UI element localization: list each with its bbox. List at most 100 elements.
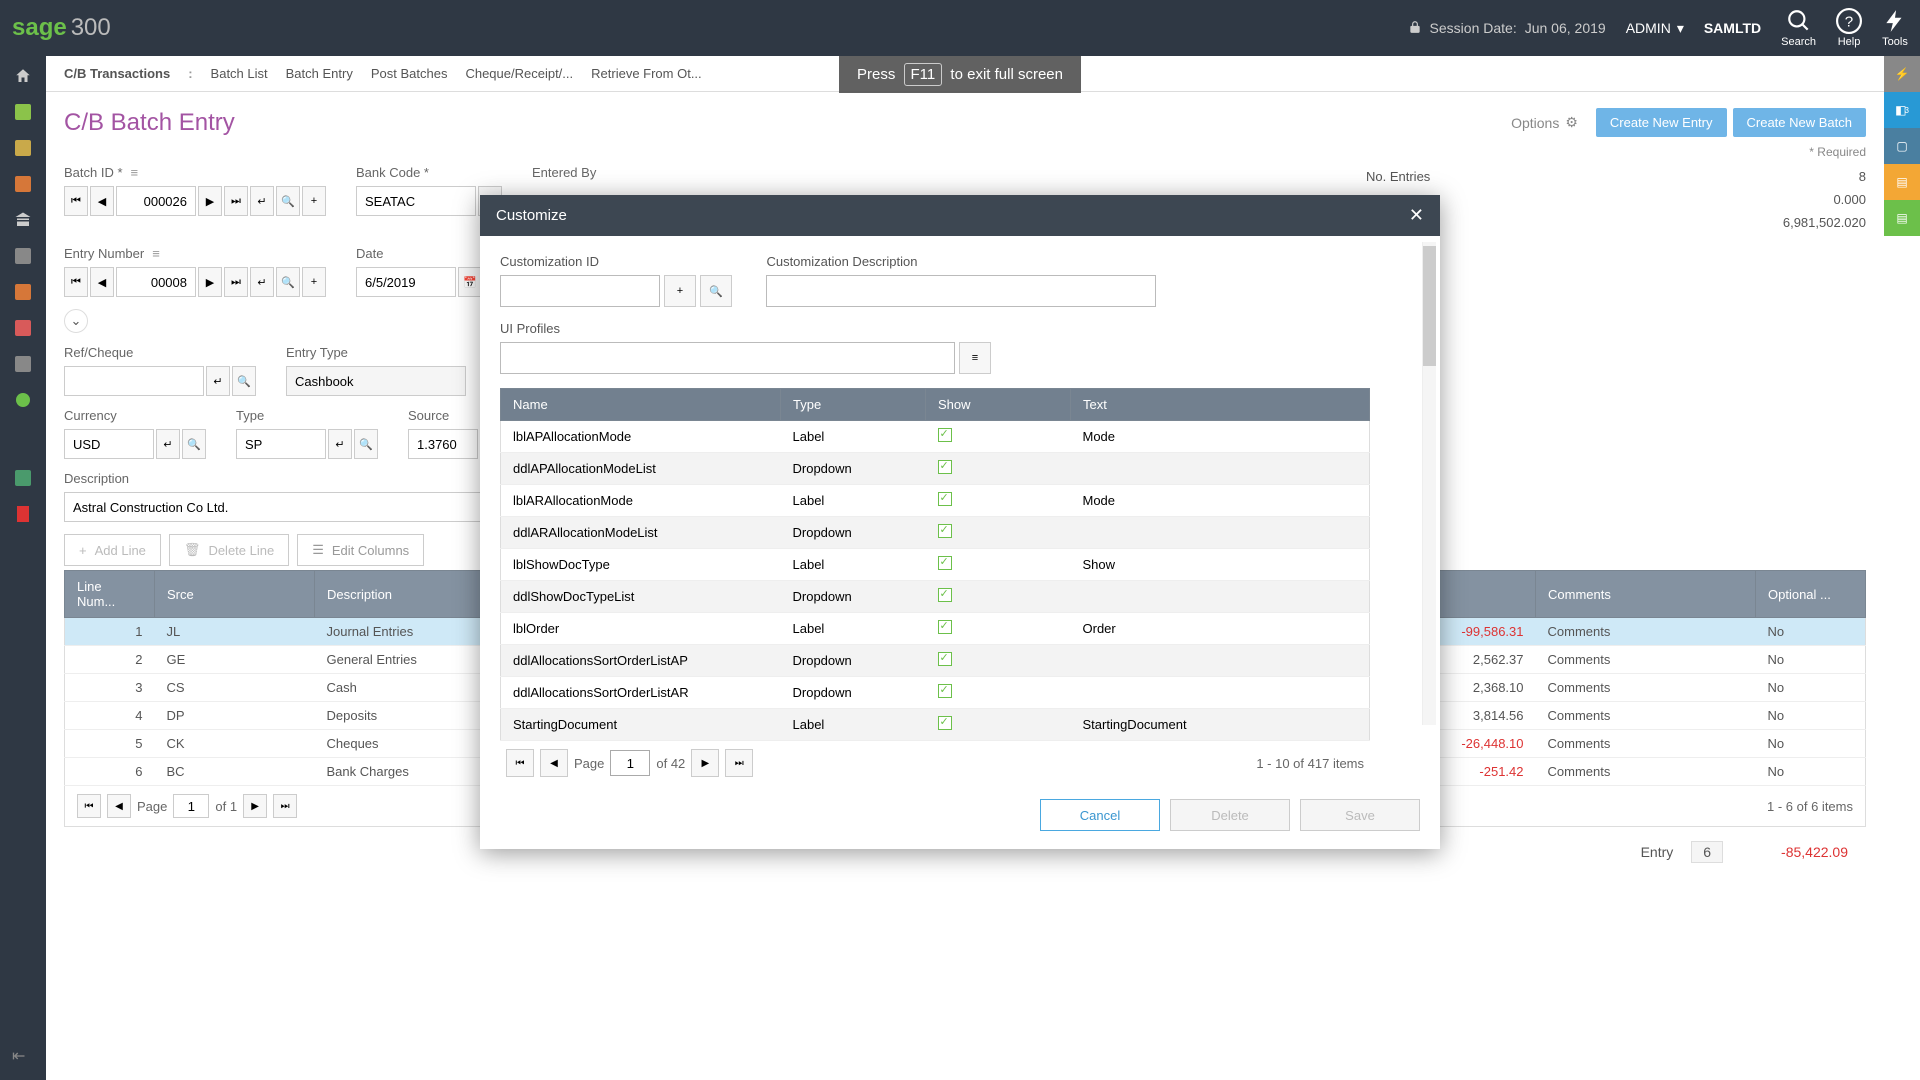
next-button[interactable]: ▶	[198, 186, 222, 216]
en-first-button[interactable]: ⏮	[64, 267, 88, 297]
options-link[interactable]: Options ⚙	[1511, 114, 1578, 131]
ui-profiles-menu[interactable]: ≡	[959, 342, 991, 374]
mpg-next[interactable]: ▶	[691, 749, 719, 777]
ref-cheque-input[interactable]	[64, 366, 204, 396]
last-button[interactable]: ⏭	[224, 186, 248, 216]
nav-item-3[interactable]	[11, 172, 35, 196]
close-icon[interactable]: ✕	[1409, 205, 1424, 226]
bc-post-batches[interactable]: Post Batches	[371, 66, 448, 81]
en-next-button[interactable]: ▶	[198, 267, 222, 297]
go-button[interactable]: ↵	[250, 186, 274, 216]
bc-retrieve[interactable]: Retrieve From Ot...	[591, 66, 702, 81]
cur-go-button[interactable]: ↵	[156, 429, 180, 459]
add-line-button[interactable]: +Add Line	[64, 534, 161, 566]
find-button[interactable]: 🔍	[276, 186, 300, 216]
ty-find-button[interactable]: 🔍	[354, 429, 378, 459]
en-find-button[interactable]: 🔍	[276, 267, 300, 297]
first-button[interactable]: ⏮	[64, 186, 88, 216]
cust-desc-input[interactable]	[766, 275, 1156, 307]
checkbox-icon[interactable]	[938, 652, 952, 666]
nav-bank-icon[interactable]	[11, 208, 35, 232]
menu-icon[interactable]: ≡	[152, 246, 160, 261]
add-button[interactable]: +	[302, 186, 326, 216]
mcol-name[interactable]: Name	[501, 389, 781, 421]
menu-icon[interactable]: ≡	[131, 165, 139, 180]
cancel-button[interactable]: Cancel	[1040, 799, 1160, 831]
bc-batch-entry[interactable]: Batch Entry	[286, 66, 353, 81]
delete-line-button[interactable]: 🗑Delete Line	[169, 534, 289, 566]
checkbox-icon[interactable]	[938, 492, 952, 506]
checkbox-icon[interactable]	[938, 620, 952, 634]
edit-columns-button[interactable]: ☰Edit Columns	[297, 534, 424, 566]
checkbox-icon[interactable]	[938, 460, 952, 474]
nav-item-7[interactable]	[11, 316, 35, 340]
table-row[interactable]: StartingDocumentLabelStartingDocument	[501, 709, 1370, 741]
user-menu[interactable]: ADMIN ▾	[1626, 20, 1684, 37]
bc-cheque-receipt[interactable]: Cheque/Receipt/...	[465, 66, 573, 81]
rt-bolt-icon[interactable]: ⚡	[1884, 56, 1920, 92]
modal-scrollbar[interactable]	[1422, 242, 1436, 725]
rc-go-button[interactable]: ↵	[206, 366, 230, 396]
en-prev-button[interactable]: ◀	[90, 267, 114, 297]
cust-id-add[interactable]: +	[664, 275, 696, 307]
table-row[interactable]: lblARAllocationModeLabelMode	[501, 485, 1370, 517]
col-line-num[interactable]: Line Num...	[65, 571, 155, 618]
pg-first[interactable]: ⏮	[77, 794, 101, 818]
bc-batch-list[interactable]: Batch List	[211, 66, 268, 81]
nav-item-6[interactable]	[11, 280, 35, 304]
table-row[interactable]: ddlAPAllocationModeListDropdown	[501, 453, 1370, 485]
col-comments[interactable]: Comments	[1536, 571, 1756, 618]
ty-go-button[interactable]: ↵	[328, 429, 352, 459]
save-button[interactable]: Save	[1300, 799, 1420, 831]
delete-button[interactable]: Delete	[1170, 799, 1290, 831]
nav-item-5[interactable]	[11, 244, 35, 268]
en-add-button[interactable]: +	[302, 267, 326, 297]
mcol-show[interactable]: Show	[926, 389, 1071, 421]
mpg-last[interactable]: ⏭	[725, 749, 753, 777]
pg-last[interactable]: ⏭	[273, 794, 297, 818]
rt-panel-icon[interactable]: ▢	[1884, 128, 1920, 164]
currency-input[interactable]	[64, 429, 154, 459]
nav-item-1[interactable]	[11, 100, 35, 124]
type-input[interactable]	[236, 429, 326, 459]
nav-item-2[interactable]	[11, 136, 35, 160]
create-batch-button[interactable]: Create New Batch	[1733, 108, 1867, 137]
source-input[interactable]	[408, 429, 478, 459]
table-row[interactable]: lblAPAllocationModeLabelMode	[501, 421, 1370, 453]
mpg-first[interactable]: ⏮	[506, 749, 534, 777]
rc-find-button[interactable]: 🔍	[232, 366, 256, 396]
nav-item-10[interactable]	[11, 466, 35, 490]
table-row[interactable]: ddlARAllocationModeListDropdown	[501, 517, 1370, 549]
nav-home-icon[interactable]	[11, 64, 35, 88]
checkbox-icon[interactable]	[938, 684, 952, 698]
en-go-button[interactable]: ↵	[250, 267, 274, 297]
rt-note-icon[interactable]: ▤	[1884, 164, 1920, 200]
checkbox-icon[interactable]	[938, 588, 952, 602]
col-optional[interactable]: Optional ...	[1756, 571, 1866, 618]
mcol-type[interactable]: Type	[781, 389, 926, 421]
date-input[interactable]	[356, 267, 456, 297]
mpg-input[interactable]	[610, 750, 650, 776]
table-row[interactable]: ddlAllocationsSortOrderListARDropdown	[501, 677, 1370, 709]
nav-item-11[interactable]	[11, 502, 35, 526]
bank-code-input[interactable]	[356, 186, 476, 216]
mpg-prev[interactable]: ◀	[540, 749, 568, 777]
search-button[interactable]: Search	[1781, 8, 1816, 48]
create-entry-button[interactable]: Create New Entry	[1596, 108, 1727, 137]
checkbox-icon[interactable]	[938, 716, 952, 730]
en-last-button[interactable]: ⏭	[224, 267, 248, 297]
rt-doc-icon[interactable]: ▤	[1884, 200, 1920, 236]
nav-item-8[interactable]	[11, 352, 35, 376]
table-row[interactable]: ddlShowDocTypeListDropdown	[501, 581, 1370, 613]
entry-number-input[interactable]	[116, 267, 196, 297]
cust-id-find[interactable]: 🔍	[700, 275, 732, 307]
pg-next[interactable]: ▶	[243, 794, 267, 818]
pg-input[interactable]	[173, 794, 209, 818]
help-button[interactable]: ? Help	[1836, 8, 1862, 48]
table-row[interactable]: lblOrderLabelOrder	[501, 613, 1370, 645]
rt-window-icon[interactable]: ◧3	[1884, 92, 1920, 128]
description-input[interactable]	[64, 492, 524, 522]
col-srce[interactable]: Srce	[155, 571, 315, 618]
cur-find-button[interactable]: 🔍	[182, 429, 206, 459]
checkbox-icon[interactable]	[938, 428, 952, 442]
